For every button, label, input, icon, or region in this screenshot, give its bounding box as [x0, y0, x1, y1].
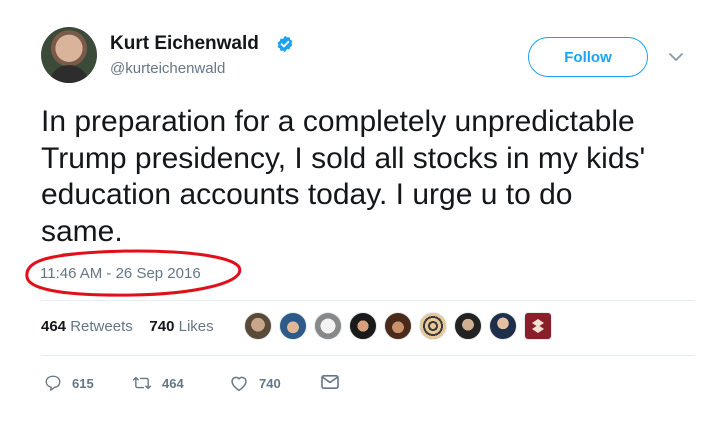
- liker-avatar[interactable]: [489, 312, 517, 340]
- tweet-text-line: In preparation for a completely unpredic…: [41, 105, 635, 138]
- tweet-text: In preparation for a completely unpredic…: [41, 104, 701, 250]
- likes-count[interactable]: 740: [149, 318, 174, 335]
- liker-avatar[interactable]: [524, 312, 552, 340]
- liker-avatar[interactable]: [314, 312, 342, 340]
- divider: [41, 300, 695, 301]
- tweet-text-line: Trump presidency, I sold all stocks in m…: [41, 141, 646, 175]
- retweet-icon: [132, 376, 152, 390]
- follow-button[interactable]: Follow: [528, 37, 648, 77]
- user-handle[interactable]: @kurteichenwald: [110, 60, 225, 77]
- reply-count: 615: [72, 375, 94, 391]
- like-count: 740: [259, 375, 281, 391]
- tweet-text-line: education accounts today. I urge u to do: [41, 178, 573, 211]
- tweet-text-line: same.: [41, 214, 123, 248]
- retweet-button[interactable]: 464: [132, 374, 184, 392]
- liker-avatar[interactable]: [279, 312, 307, 340]
- chevron-down-icon[interactable]: [668, 52, 684, 62]
- direct-message-button[interactable]: [320, 374, 350, 390]
- shield-icon: [532, 319, 544, 333]
- reply-button[interactable]: 615: [44, 374, 94, 392]
- like-button[interactable]: 740: [229, 374, 281, 392]
- retweet-count: 464: [162, 375, 184, 391]
- retweets-count[interactable]: 464: [41, 318, 66, 335]
- liker-avatar[interactable]: [419, 312, 447, 340]
- liker-avatar[interactable]: [244, 312, 272, 340]
- avatar[interactable]: [41, 27, 97, 83]
- engagement-stats: 464 Retweets 740 Likes: [41, 318, 214, 335]
- liker-avatar[interactable]: [454, 312, 482, 340]
- verified-badge-icon: [277, 35, 293, 53]
- red-circle-annotation: [25, 249, 242, 297]
- user-name[interactable]: Kurt Eichenwald: [110, 33, 259, 55]
- message-icon: [321, 374, 339, 390]
- divider: [41, 355, 695, 356]
- reply-icon: [45, 375, 61, 391]
- retweets-label[interactable]: Retweets: [70, 318, 133, 335]
- liker-avatar[interactable]: [349, 312, 377, 340]
- likes-label[interactable]: Likes: [179, 318, 214, 335]
- liker-avatars: [244, 312, 559, 342]
- heart-icon: [231, 376, 247, 392]
- liker-avatar[interactable]: [384, 312, 412, 340]
